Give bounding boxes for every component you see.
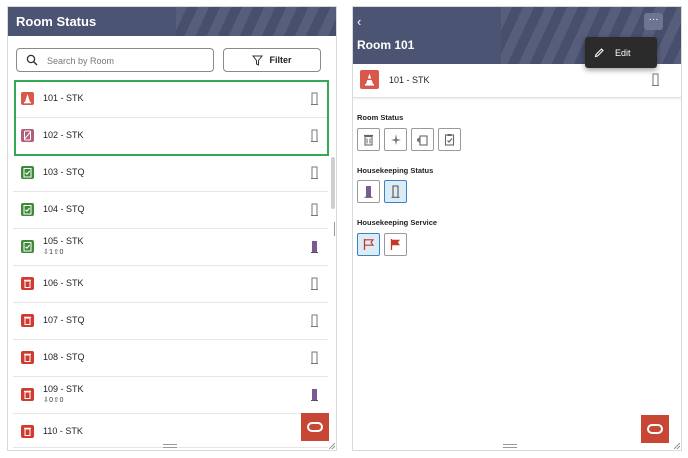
vacant-option[interactable]	[384, 180, 407, 203]
inspected-icon	[444, 134, 455, 146]
trash-icon	[21, 351, 34, 364]
filter-label: Filter	[269, 55, 292, 65]
vacant-door-icon	[311, 277, 318, 290]
clipboard-check-icon	[21, 203, 34, 216]
trash-icon	[21, 388, 34, 401]
search-box[interactable]	[16, 48, 214, 72]
search-icon	[26, 54, 38, 66]
room-name: 105 - STK	[43, 236, 84, 246]
room-name: 110 - STK	[43, 426, 83, 436]
cone-icon	[360, 70, 379, 89]
room-list-item[interactable]: 106 - STK	[13, 266, 328, 303]
bottom-resize-grip[interactable]	[503, 444, 517, 448]
room-status-header: Room Status	[8, 7, 336, 36]
vacant-door-icon	[311, 314, 318, 327]
dirty-option[interactable]	[357, 128, 380, 151]
room-name: 109 - STK	[43, 384, 84, 394]
clipboard-check-icon	[21, 240, 34, 253]
room-list-item[interactable]: 108 - STQ	[13, 340, 328, 377]
inspected-option[interactable]	[438, 128, 461, 151]
room-status-options	[357, 128, 461, 151]
vacant-door-icon	[652, 73, 659, 86]
scrollbar[interactable]	[331, 157, 335, 209]
selected-room-name: 101 - STK	[389, 75, 430, 85]
occupied-door-icon	[311, 388, 318, 401]
housekeeping-service-label: Housekeeping Service	[357, 218, 438, 227]
pickup-icon	[417, 135, 428, 146]
housekeeping-status-options	[357, 180, 407, 203]
room-list-item[interactable]: 105 - STK ⇩1⇧0	[13, 229, 328, 266]
corner-resize-grip[interactable]	[674, 443, 680, 449]
room-list-item[interactable]: 110 - STK	[13, 414, 328, 448]
housekeeping-service-options	[357, 233, 407, 256]
dirty-trash-icon	[364, 134, 373, 146]
search-input[interactable]	[47, 53, 207, 69]
filter-button[interactable]: Filter	[223, 48, 321, 72]
corner-resize-grip[interactable]	[329, 443, 335, 449]
edit-label: Edit	[615, 47, 631, 58]
toolbar: Filter	[16, 48, 328, 72]
room-status-panel: Room Status Filter 101 - STK102 - STK103…	[7, 6, 337, 451]
back-chevron-icon[interactable]: ‹	[357, 14, 361, 29]
bottom-resize-grip[interactable]	[163, 444, 177, 448]
oracle-logo-icon	[307, 422, 323, 432]
occupied-door-icon	[311, 240, 318, 253]
room-list-item[interactable]: 107 - STQ	[13, 303, 328, 340]
room-detail-title: Room 101	[357, 38, 415, 52]
trash-icon	[21, 277, 34, 290]
clipboard-check-icon	[21, 166, 34, 179]
vacant-door-icon	[311, 166, 318, 179]
room-name: 104 - STQ	[43, 204, 85, 214]
room-name: 103 - STQ	[43, 167, 85, 177]
pencil-icon	[594, 48, 604, 58]
room-guest-counts: ⇩1⇧0	[43, 249, 64, 256]
flag-outline-icon	[363, 239, 375, 250]
header-pattern	[176, 7, 336, 36]
room-status-label: Room Status	[357, 113, 404, 122]
more-options-button[interactable]: ···	[644, 13, 663, 30]
housekeeping-status-label: Housekeeping Status	[357, 166, 434, 175]
page-title: Room Status	[16, 14, 97, 29]
room-list-item[interactable]: 104 - STQ	[13, 192, 328, 229]
room-detail-panel: ‹ Room 101 ··· Edit 101 - STK Room Statu…	[352, 6, 682, 451]
pickup-option[interactable]	[411, 128, 434, 151]
trash-icon	[21, 425, 34, 438]
pane-divider-handle[interactable]	[334, 222, 336, 236]
room-guest-counts: ⇩0⇧0	[43, 397, 64, 404]
room-name: 107 - STQ	[43, 315, 85, 325]
clean-sparkle-icon	[391, 134, 401, 145]
flag-filled-icon	[390, 239, 400, 250]
service-flag-filled-option[interactable]	[384, 233, 407, 256]
room-name: 108 - STQ	[43, 352, 85, 362]
room-list-item[interactable]: 109 - STK ⇩0⇧0	[13, 377, 328, 414]
edit-menu-item[interactable]: Edit	[585, 37, 657, 68]
room-name: 106 - STK	[43, 278, 84, 288]
vacant-door-icon	[311, 203, 318, 216]
room-list-item[interactable]: 103 - STQ	[13, 155, 328, 192]
trash-icon	[21, 314, 34, 327]
oracle-assistant-button[interactable]	[641, 415, 669, 443]
selected-room-row: 101 - STK	[353, 64, 681, 98]
service-flag-outline-option[interactable]	[357, 233, 380, 256]
filter-icon	[252, 55, 264, 66]
occupied-option[interactable]	[357, 180, 380, 203]
vacant-door-icon	[391, 185, 400, 198]
vacant-door-icon	[311, 351, 318, 364]
occupied-door-icon	[364, 186, 373, 198]
selection-highlight	[14, 80, 329, 156]
oracle-logo-icon	[647, 424, 663, 434]
oracle-assistant-button[interactable]	[301, 413, 329, 441]
clean-option[interactable]	[384, 128, 407, 151]
